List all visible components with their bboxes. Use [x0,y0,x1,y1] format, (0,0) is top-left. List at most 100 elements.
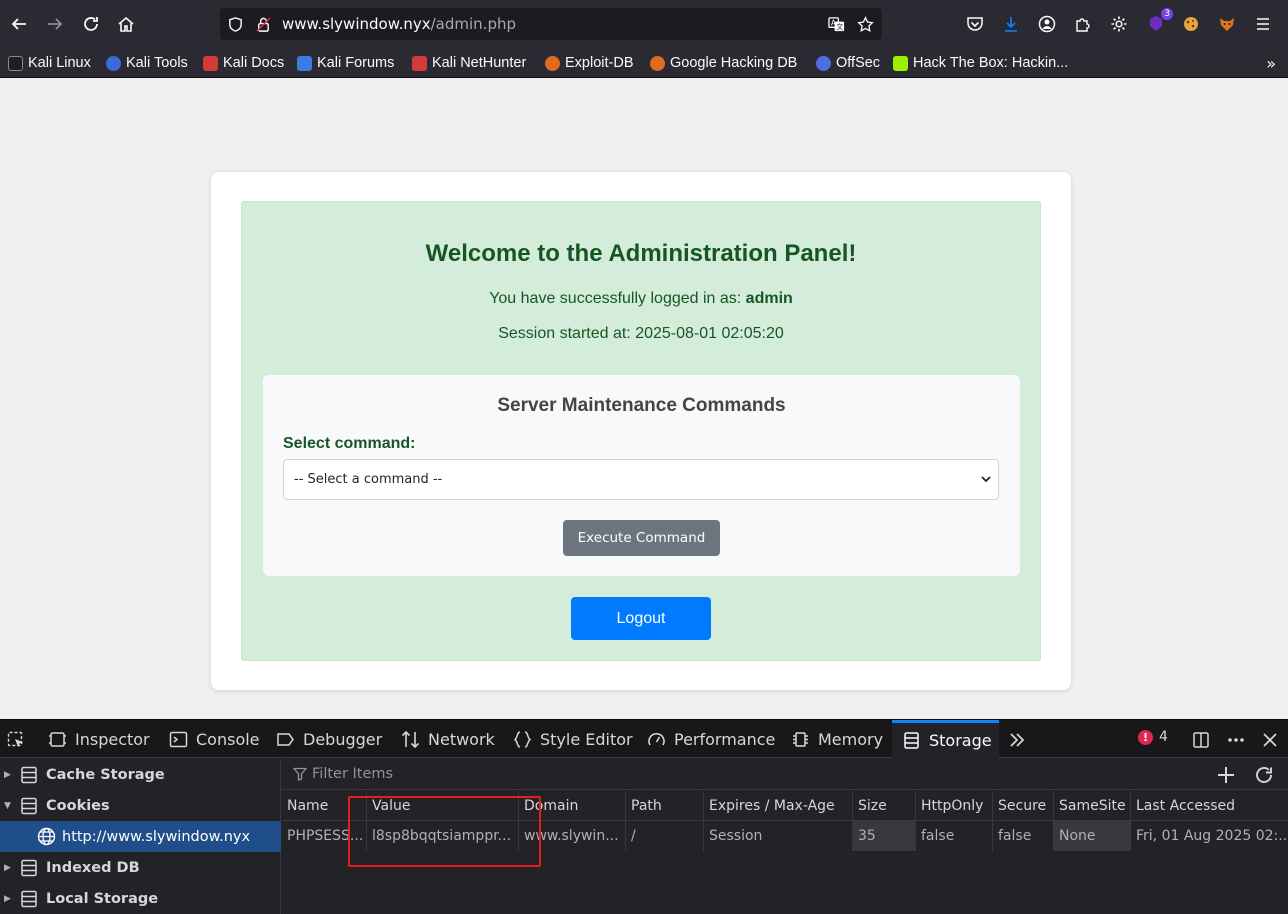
column-header-httponly[interactable]: HttpOnly [915,791,992,821]
bookmark-kali-docs[interactable]: Kali Docs [203,52,284,74]
puzzle-icon [1076,18,1090,32]
tree-item-cookie-origin[interactable]: http://www.slywindow.nyx [0,821,281,852]
tree-item-label: Cookies [46,797,110,814]
bookmark-kali-tools[interactable]: Kali Tools [106,52,188,74]
arrow-right-icon [48,18,63,30]
tab-memory[interactable]: Memory [791,720,883,758]
extensions-button[interactable] [1072,13,1094,35]
add-item-icon[interactable] [1216,765,1236,785]
column-header-secure[interactable]: Secure [992,791,1053,821]
extension-fox-button[interactable] [1216,13,1238,35]
forward-button[interactable] [41,10,69,38]
downloads-button[interactable] [1000,13,1022,35]
extension-badge: 3 [1161,8,1173,20]
cell-size[interactable]: 35 [852,821,915,851]
bookmark-hack-the-box[interactable]: Hack The Box: Hackin... [893,52,1068,74]
tree-item-indexed-db[interactable]: ▶ Indexed DB [0,852,281,883]
globe-icon [37,827,56,846]
expand-arrow-icon[interactable]: ▶ [4,894,14,904]
expand-arrow-icon[interactable]: ▶ [4,770,14,780]
translate-icon[interactable]: A文 [827,15,845,33]
tree-item-local-storage[interactable]: ▶ Local Storage [0,883,281,914]
extension-cookie-button[interactable] [1180,13,1202,35]
pocket-icon [967,17,983,31]
column-header-path[interactable]: Path [625,791,703,821]
cell-samesite[interactable]: None [1053,821,1130,851]
logged-in-user: admin [745,290,793,307]
responsive-design-button[interactable] [1191,730,1211,750]
responsive-design-icon [1193,732,1209,748]
refresh-icon[interactable] [1254,765,1274,785]
bookmark-kali-nethunter[interactable]: Kali NetHunter [412,52,526,74]
cell-path[interactable]: / [625,821,703,851]
tree-item-label: http://www.slywindow.nyx [62,828,251,845]
tab-network[interactable]: Network [401,720,495,758]
devtools-options-button[interactable] [1226,730,1246,750]
htb-cube-icon [893,55,908,71]
close-devtools-button[interactable] [1260,730,1280,750]
execute-command-button[interactable]: Execute Command [563,520,720,556]
column-header-size[interactable]: Size [852,791,915,821]
welcome-title: Welcome to the Administration Panel! [425,240,857,267]
tab-storage[interactable]: Storage [892,720,999,758]
memory-chip-icon [793,731,808,747]
devtools-tabbar: Inspector Console Debugger Network Style… [0,720,1288,758]
select-command-label: Select command: [283,435,416,452]
reload-button[interactable] [77,10,105,38]
shield-icon[interactable] [226,15,244,33]
cell-last-accessed[interactable]: Fri, 01 Aug 2025 02:... [1130,821,1288,851]
bookmarks-overflow-chevron-icon[interactable]: » [1266,54,1276,73]
pocket-button[interactable] [964,13,986,35]
expand-arrow-icon[interactable]: ▶ [4,863,14,873]
success-panel: Welcome to the Administration Panel! You… [241,201,1041,661]
lock-insecure-icon[interactable] [254,15,272,33]
tab-inspector[interactable]: Inspector [48,720,150,758]
tab-style-editor[interactable]: Style Editor [513,720,633,758]
account-button[interactable] [1036,13,1058,35]
tab-label: Memory [818,729,884,749]
command-select[interactable]: -- Select a command -- [283,459,999,500]
tab-console[interactable]: Console [169,720,260,758]
error-count-badge[interactable]: ! 4 [1138,729,1168,745]
tree-item-cache-storage[interactable]: ▶ Cache Storage [0,759,281,790]
settings-button[interactable] [1108,13,1130,35]
tab-debugger[interactable]: Debugger [276,720,382,758]
error-count: 4 [1159,729,1168,745]
cell-expires[interactable]: Session [703,821,852,851]
tree-item-cookies[interactable]: ▼ Cookies [0,790,281,821]
url-bar[interactable]: www.slywindow.nyx/admin.php A文 [220,8,882,40]
tab-label: Network [428,729,495,749]
bookmark-kali-forums[interactable]: Kali Forums [297,52,394,74]
bookmark-star-icon[interactable] [856,15,874,33]
logout-button[interactable]: Logout [571,597,711,640]
braces-icon [513,730,532,748]
home-button[interactable] [112,10,140,38]
back-button[interactable] [5,10,33,38]
column-header-samesite[interactable]: SameSite [1053,791,1130,821]
ghdb-icon [650,55,665,71]
column-header-expires[interactable]: Expires / Max-Age [703,791,852,821]
storage-icon [904,732,919,749]
kali-dragon-icon [8,55,23,71]
bookmark-label: Kali Docs [223,55,285,71]
nethunter-icon [412,55,427,71]
highlight-annotation-box [348,796,541,867]
element-picker-button[interactable] [6,730,26,750]
more-tabs-button[interactable] [1007,730,1027,750]
extension-purple-button[interactable]: 3 [1145,8,1173,35]
bookmark-exploit-db[interactable]: Exploit-DB [545,52,634,74]
bookmark-offsec[interactable]: OffSec [816,52,880,74]
cell-secure[interactable]: false [992,821,1053,851]
cell-httponly[interactable]: false [915,821,992,851]
url-text[interactable]: www.slywindow.nyx/admin.php [282,15,516,33]
bookmark-label: OffSec [836,55,881,71]
tab-performance[interactable]: Performance [647,720,775,758]
devtools-panel: Inspector Console Debugger Network Style… [0,719,1288,914]
url-path: /admin.php [430,15,516,33]
bookmark-kali-linux[interactable]: Kali Linux [8,52,91,74]
menu-button[interactable] [1252,13,1274,35]
column-header-last-accessed[interactable]: Last Accessed [1130,791,1288,821]
filter-items-input[interactable]: Filter Items [312,766,393,782]
bookmark-google-hacking-db[interactable]: Google Hacking DB [650,52,797,74]
collapse-arrow-icon[interactable]: ▼ [4,801,14,811]
